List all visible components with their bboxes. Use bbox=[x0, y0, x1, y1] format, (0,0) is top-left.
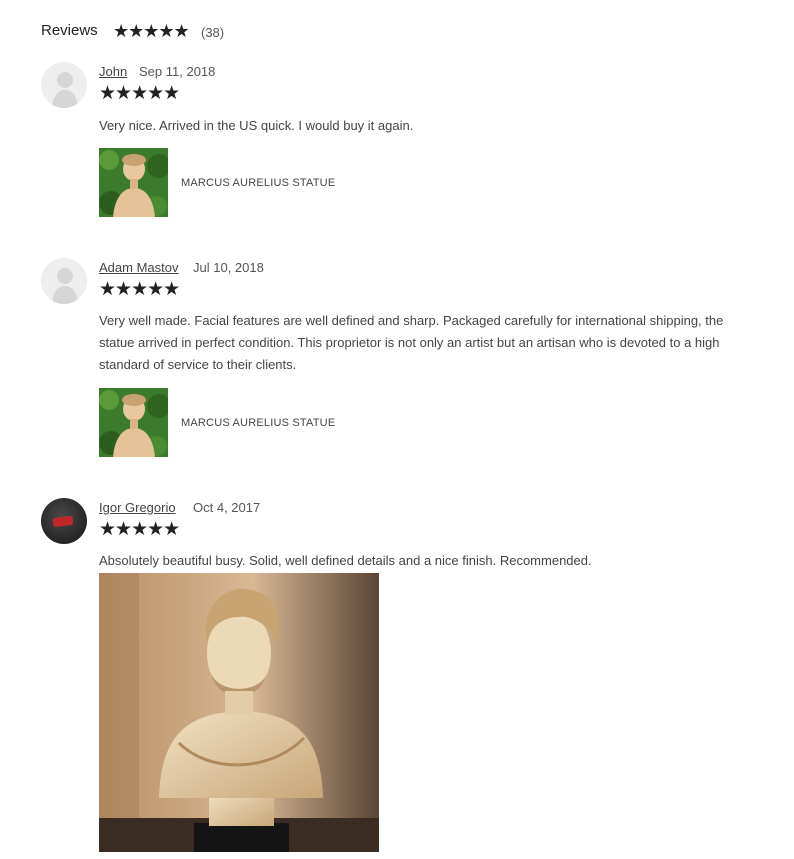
review-photo[interactable] bbox=[99, 573, 379, 852]
review-text: Very well made. Facial features are well… bbox=[99, 313, 724, 372]
review-rating-stars: ★★★★★ bbox=[99, 279, 180, 300]
review-date: Sep 11, 2018 bbox=[139, 64, 216, 79]
user-avatar-icon[interactable] bbox=[41, 62, 87, 108]
review-text: Very nice. Arrived in the US quick. I wo… bbox=[99, 118, 414, 133]
reviewer-name-link[interactable]: John bbox=[99, 64, 127, 79]
reviewer-name-link[interactable]: Igor Gregorio bbox=[99, 500, 176, 515]
item-thumbnail[interactable] bbox=[99, 148, 168, 217]
item-title[interactable]: MARCUS AURELIUS STATUE bbox=[181, 417, 335, 429]
review-rating-stars: ★★★★★ bbox=[99, 519, 180, 540]
review-text: Absolutely beautiful busy. Solid, well d… bbox=[99, 553, 592, 568]
avatar-badge-icon bbox=[52, 515, 74, 528]
reviews-heading: Reviews bbox=[41, 22, 98, 39]
overall-rating-stars: ★★★★★ bbox=[113, 21, 190, 41]
review-date: Jul 10, 2018 bbox=[193, 260, 264, 275]
user-avatar[interactable] bbox=[41, 498, 87, 544]
reviewer-name-link[interactable]: Adam Mastov bbox=[99, 260, 178, 275]
review-count: (38) bbox=[201, 25, 225, 40]
user-avatar-icon[interactable] bbox=[41, 258, 87, 304]
review-date: Oct 4, 2017 bbox=[193, 500, 261, 515]
review-rating-stars: ★★★★★ bbox=[99, 83, 180, 104]
item-thumbnail[interactable] bbox=[99, 388, 168, 457]
item-title[interactable]: MARCUS AURELIUS STATUE bbox=[181, 177, 335, 189]
